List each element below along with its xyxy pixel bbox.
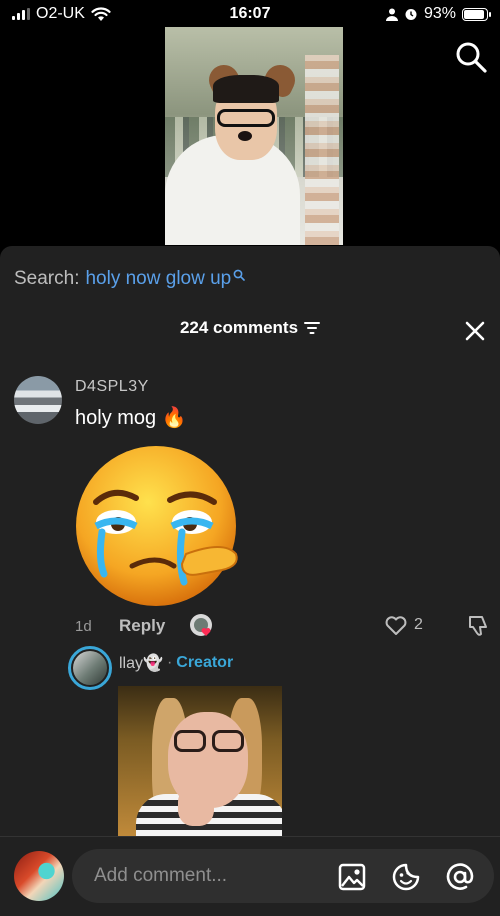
- signal-icon: [12, 8, 30, 20]
- status-right: 93%: [385, 5, 491, 23]
- dislike-icon[interactable]: [466, 614, 490, 638]
- comments-sheet: Search: holy now glow up 224 comments D4…: [0, 246, 500, 916]
- comment-composer: Add comment...: [0, 836, 500, 916]
- comment-timestamp: 1d: [75, 618, 92, 635]
- comment-actions: 1d Reply 2: [0, 612, 500, 642]
- filter-icon[interactable]: [304, 321, 321, 335]
- comment-placeholder: Add comment...: [94, 865, 228, 886]
- reply-button[interactable]: Reply: [119, 616, 165, 636]
- comment-text: holy mog 🔥: [75, 407, 187, 429]
- crying-pointing-emoji-sticker: [76, 446, 238, 606]
- mention-icon[interactable]: [445, 862, 475, 892]
- creator-liked-icon: [190, 614, 212, 636]
- close-icon[interactable]: [464, 320, 486, 342]
- status-bar: O2-UK 16:07 93%: [0, 0, 500, 28]
- comment-username[interactable]: D4SPL3Y: [75, 378, 149, 396]
- comment-input[interactable]: Add comment...: [72, 849, 494, 903]
- reply-username[interactable]: llay👻: [119, 653, 163, 673]
- carrier-label: O2-UK: [36, 5, 85, 22]
- avatar[interactable]: [14, 376, 62, 424]
- search-icon[interactable]: [454, 40, 488, 74]
- my-avatar[interactable]: [14, 851, 64, 901]
- status-time: 16:07: [229, 5, 271, 22]
- status-left: O2-UK: [12, 5, 111, 23]
- comments-header: 224 comments: [0, 318, 500, 338]
- person-icon: [385, 8, 398, 21]
- wifi-icon: [91, 6, 111, 21]
- reply-video-thumbnail[interactable]: [118, 686, 282, 836]
- emoji-icon[interactable]: [391, 862, 421, 892]
- separator-dot: ·: [166, 654, 173, 671]
- battery-icon: [462, 7, 491, 21]
- creator-badge: Creator: [176, 654, 234, 671]
- like-button[interactable]: 2: [384, 614, 423, 636]
- battery-label: 93%: [423, 5, 456, 22]
- related-search[interactable]: Search: holy now glow up: [14, 268, 246, 290]
- search-icon: [233, 269, 246, 281]
- reply-avatar[interactable]: [68, 646, 112, 690]
- video-preview[interactable]: [165, 27, 343, 245]
- heart-icon: [385, 616, 407, 635]
- image-icon[interactable]: [337, 862, 367, 892]
- like-count: 2: [414, 616, 423, 633]
- comments-count: 224 comments: [179, 318, 299, 337]
- reply-user-row: llay👻 · Creator: [119, 653, 233, 673]
- alarm-icon: [405, 9, 417, 20]
- search-term-link[interactable]: holy now glow up: [85, 268, 231, 290]
- search-prefix: Search:: [14, 268, 80, 289]
